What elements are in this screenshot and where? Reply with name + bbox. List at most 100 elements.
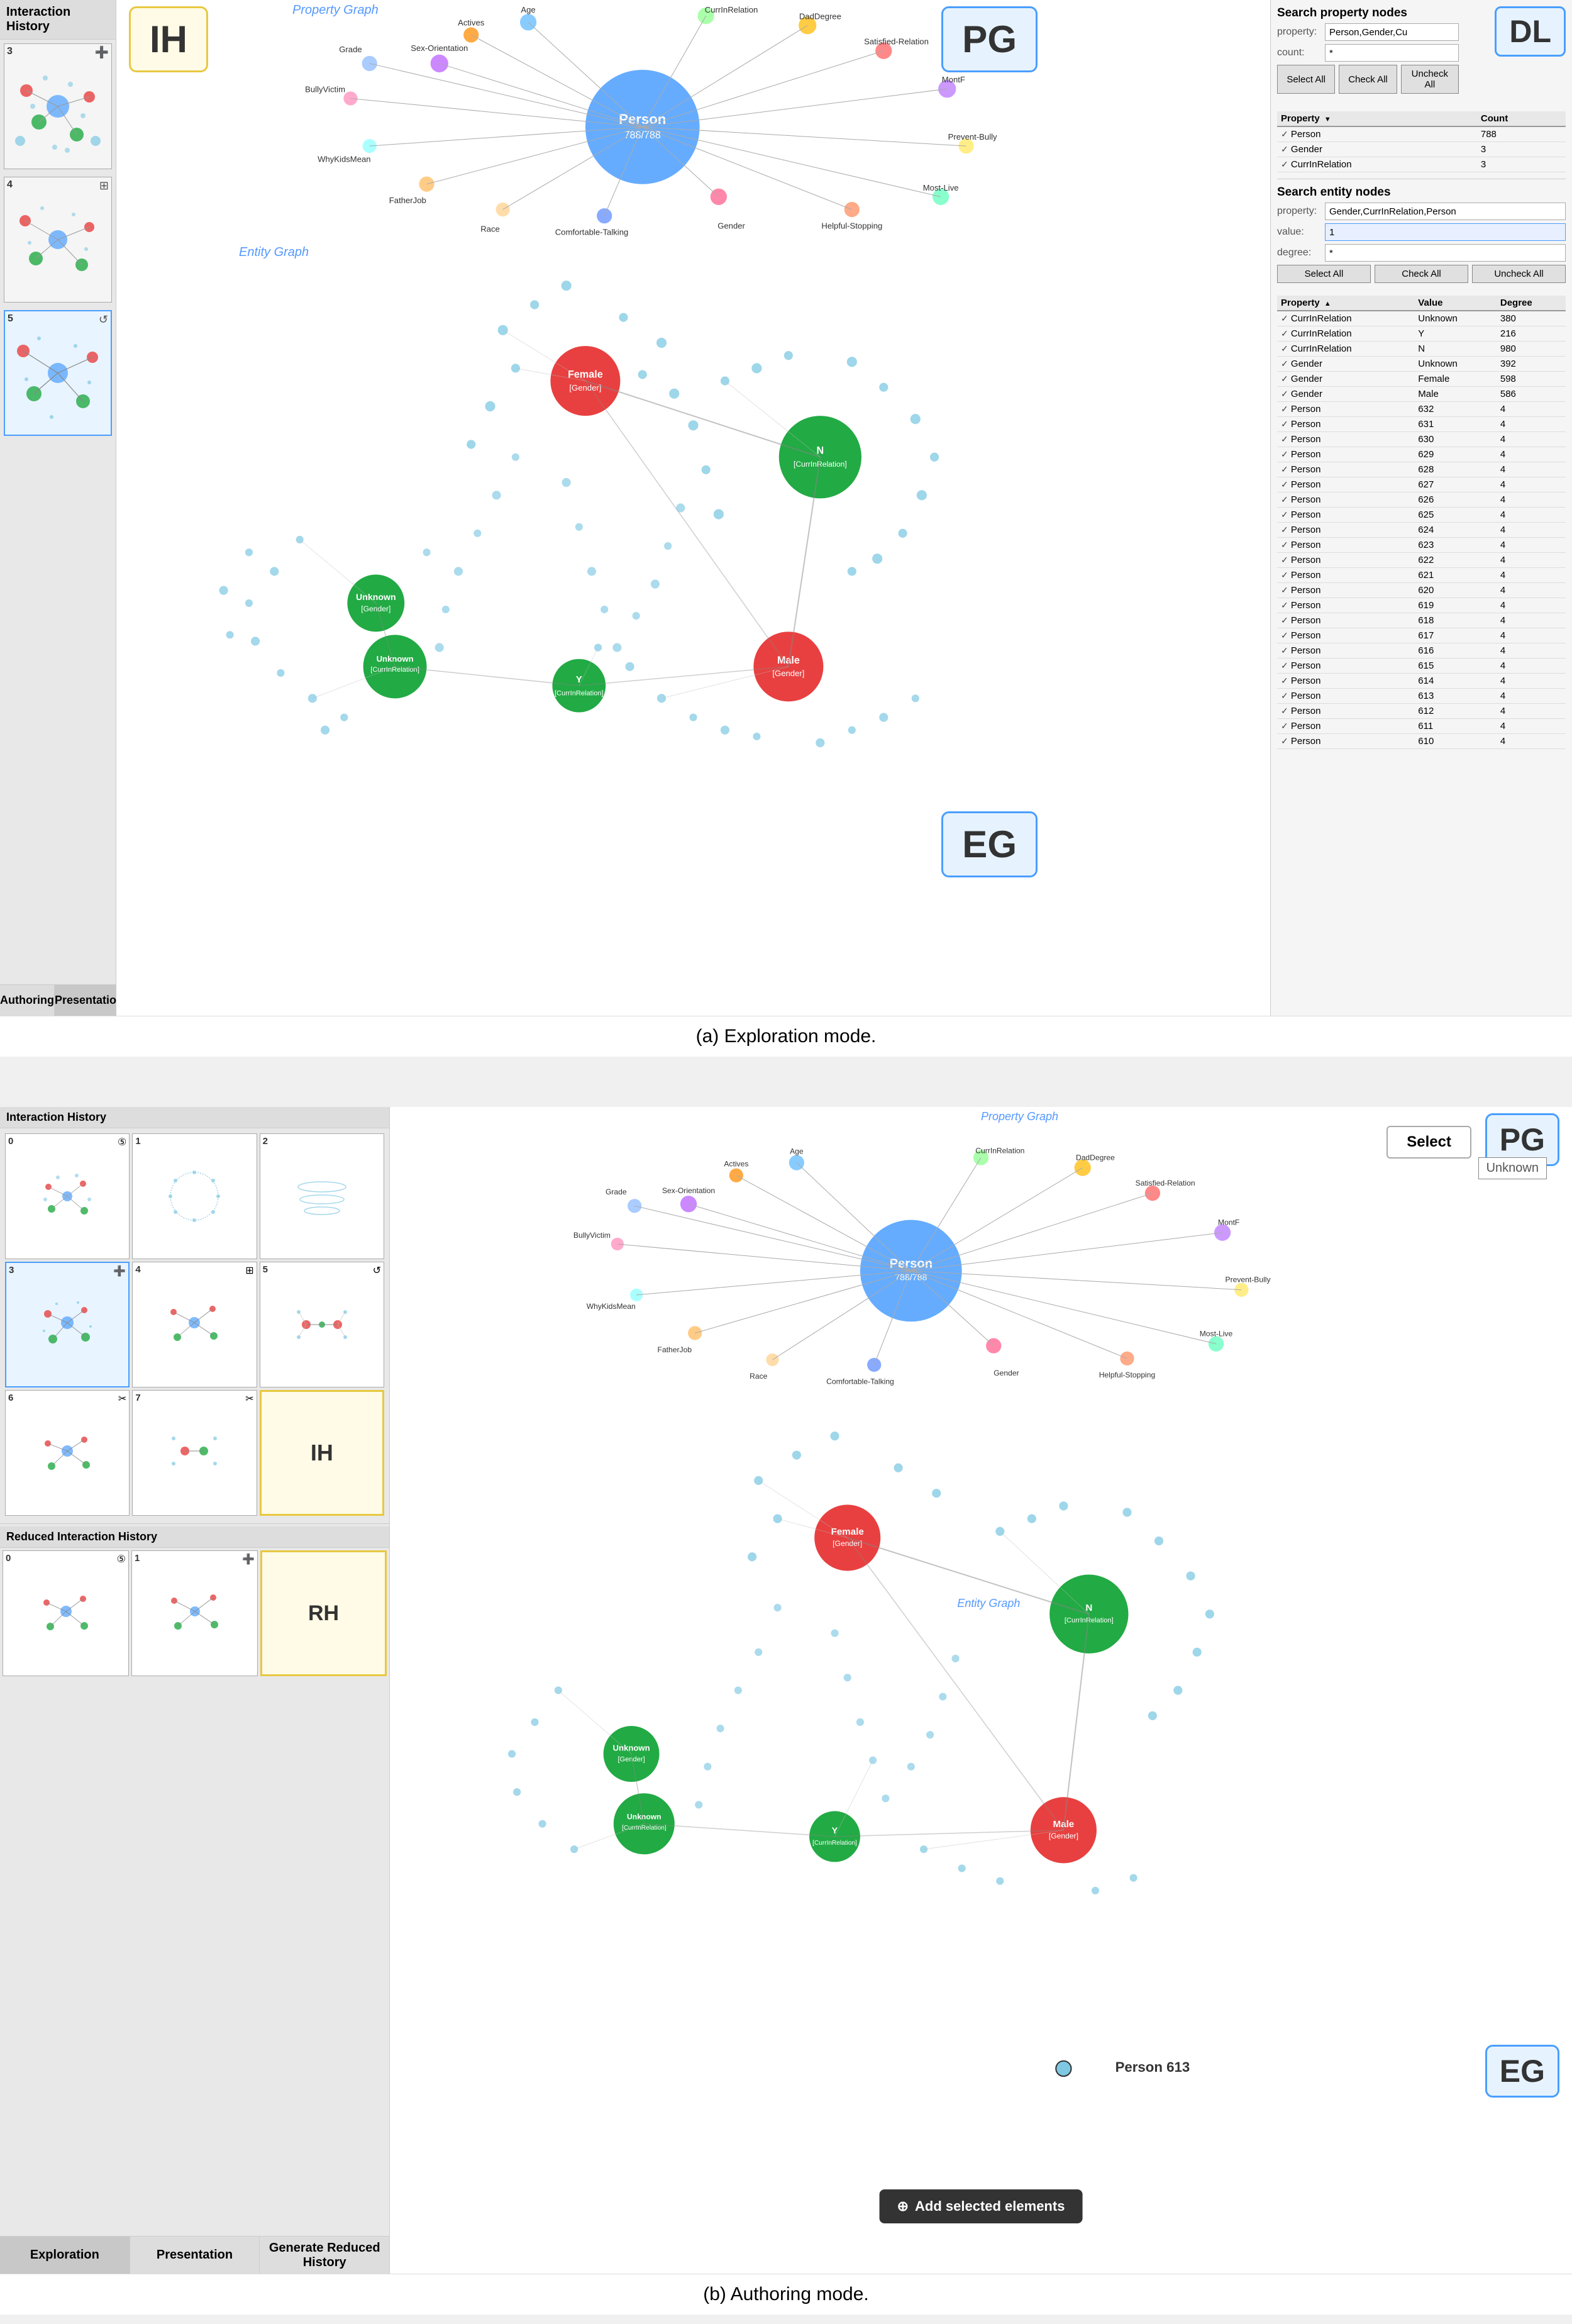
check-all-prop-btn[interactable]: Check All bbox=[1339, 65, 1397, 94]
entity-table-row[interactable]: ✓ Person 623 4 bbox=[1277, 538, 1566, 553]
prop-table-row[interactable]: ✓ Gender 3 bbox=[1277, 142, 1566, 157]
entity-table-row[interactable]: ✓ Person 618 4 bbox=[1277, 613, 1566, 628]
entity-val: Male bbox=[1414, 387, 1497, 402]
select-all-prop-btn[interactable]: Select All bbox=[1277, 65, 1335, 94]
entity-value-input[interactable] bbox=[1325, 223, 1566, 241]
svg-text:Person: Person bbox=[890, 1257, 933, 1270]
ih-section-header-b: Interaction History bbox=[0, 1107, 389, 1128]
b-thumb-6[interactable]: 6 ✂ bbox=[5, 1390, 130, 1516]
b-thumb-1[interactable]: 1 bbox=[132, 1133, 257, 1259]
entity-table-row[interactable]: ✓ Person 620 4 bbox=[1277, 583, 1566, 598]
authoring-btn[interactable]: Authoring bbox=[0, 985, 55, 1016]
entity-table-row[interactable]: ✓ Person 632 4 bbox=[1277, 402, 1566, 417]
thumb-item-3[interactable]: 3 ➕ bbox=[4, 43, 112, 169]
prop-table-row[interactable]: ✓ CurrInRelation 3 bbox=[1277, 157, 1566, 172]
svg-text:Satisfied-Relation: Satisfied-Relation bbox=[864, 37, 929, 47]
add-elements-tooltip[interactable]: ⊕ Add selected elements bbox=[880, 2189, 1083, 2223]
b-rh-thumb-2: RH bbox=[260, 1550, 387, 1676]
entity-deg: 4 bbox=[1497, 417, 1566, 432]
entity-val: N bbox=[1414, 342, 1497, 357]
entity-table-row[interactable]: ✓ Person 611 4 bbox=[1277, 719, 1566, 734]
b-thumb-7[interactable]: 7 ✂ bbox=[132, 1390, 257, 1516]
svg-text:[Gender]: [Gender] bbox=[617, 1756, 645, 1764]
property-input[interactable] bbox=[1325, 23, 1459, 41]
b-thumb-0[interactable]: 0 ⑤ bbox=[5, 1133, 130, 1259]
entity-table-row[interactable]: ✓ Person 630 4 bbox=[1277, 432, 1566, 447]
entity-table-row[interactable]: ✓ Person 626 4 bbox=[1277, 492, 1566, 508]
thumb-item-4[interactable]: 4 ⊞ bbox=[4, 177, 112, 303]
exploration-btn-b[interactable]: Exploration bbox=[0, 2237, 130, 2274]
entity-table-row[interactable]: ✓ CurrInRelation Y 216 bbox=[1277, 326, 1566, 342]
entity-prop-col: Property ▲ bbox=[1277, 296, 1414, 311]
entity-table-row[interactable]: ✓ Person 615 4 bbox=[1277, 659, 1566, 674]
entity-table-row[interactable]: ✓ Person 622 4 bbox=[1277, 553, 1566, 568]
b-thumb-5[interactable]: 5 ↺ bbox=[260, 1262, 384, 1387]
entity-table-row[interactable]: ✓ Person 613 4 bbox=[1277, 689, 1566, 704]
presentation-btn[interactable]: Presentation bbox=[55, 985, 123, 1016]
b-thumb-2[interactable]: 2 bbox=[260, 1133, 384, 1259]
part-a-exploration: Interaction History 3 ➕ bbox=[0, 0, 1572, 1057]
entity-property-input[interactable] bbox=[1325, 203, 1566, 220]
count-input[interactable] bbox=[1325, 44, 1459, 62]
entity-table-row[interactable]: ✓ CurrInRelation N 980 bbox=[1277, 342, 1566, 357]
thumb-item-5[interactable]: 5 ↺ bbox=[4, 310, 112, 436]
uncheck-all-entity-btn[interactable]: Uncheck All bbox=[1472, 265, 1566, 283]
svg-text:Grade: Grade bbox=[339, 45, 362, 54]
b-thumb-4[interactable]: 4 ⊞ bbox=[132, 1262, 257, 1387]
entity-deg: 4 bbox=[1497, 643, 1566, 659]
b-rh-thumb-0[interactable]: 0 ⑤ bbox=[3, 1550, 129, 1676]
check-all-entity-btn[interactable]: Check All bbox=[1375, 265, 1468, 283]
select-all-entity-btn[interactable]: Select All bbox=[1277, 265, 1371, 283]
dl-box: DL bbox=[1495, 6, 1566, 57]
entity-prop: ✓ Gender bbox=[1277, 372, 1414, 387]
entity-table-row[interactable]: ✓ Person 616 4 bbox=[1277, 643, 1566, 659]
entity-table-row[interactable]: ✓ Person 619 4 bbox=[1277, 598, 1566, 613]
entity-degree-label: degree: bbox=[1277, 247, 1321, 259]
entity-table-row[interactable]: ✓ Person 625 4 bbox=[1277, 508, 1566, 523]
entity-table-row[interactable]: ✓ Person 617 4 bbox=[1277, 628, 1566, 643]
entity-table-row[interactable]: ✓ Person 629 4 bbox=[1277, 447, 1566, 462]
entity-table-row[interactable]: ✓ Person 610 4 bbox=[1277, 734, 1566, 749]
prop-table-row[interactable]: ✓ Person 788 bbox=[1277, 126, 1566, 142]
svg-text:Gender: Gender bbox=[717, 221, 745, 230]
entity-deg: 4 bbox=[1497, 598, 1566, 613]
entity-prop: ✓ CurrInRelation bbox=[1277, 326, 1414, 342]
entity-deg: 4 bbox=[1497, 674, 1566, 689]
svg-text:Prevent-Bully: Prevent-Bully bbox=[948, 132, 997, 142]
entity-table-row[interactable]: ✓ CurrInRelation Unknown 380 bbox=[1277, 311, 1566, 326]
select-button-b[interactable]: Select bbox=[1387, 1126, 1471, 1159]
entity-table-row[interactable]: ✓ Person 624 4 bbox=[1277, 523, 1566, 538]
ih-box-a: IH bbox=[129, 6, 208, 72]
entity-table-row[interactable]: ✓ Person 614 4 bbox=[1277, 674, 1566, 689]
entity-val: 616 bbox=[1414, 643, 1497, 659]
entity-table-row[interactable]: ✓ Gender Unknown 392 bbox=[1277, 357, 1566, 372]
entity-table-row[interactable]: ✓ Person 621 4 bbox=[1277, 568, 1566, 583]
entity-deg: 4 bbox=[1497, 628, 1566, 643]
svg-text:Most-Live: Most-Live bbox=[923, 183, 959, 192]
entity-table-row[interactable]: ✓ Person 627 4 bbox=[1277, 477, 1566, 492]
b-thumb-3[interactable]: 3 ➕ bbox=[5, 1262, 130, 1387]
svg-text:MontF: MontF bbox=[1218, 1218, 1239, 1227]
entity-val: 617 bbox=[1414, 628, 1497, 643]
entity-table-row[interactable]: ✓ Gender Male 586 bbox=[1277, 387, 1566, 402]
entity-val: 625 bbox=[1414, 508, 1497, 523]
entity-deg: 4 bbox=[1497, 492, 1566, 508]
entity-prop: ✓ Gender bbox=[1277, 387, 1414, 402]
uncheck-all-prop-btn[interactable]: Uncheck All bbox=[1401, 65, 1459, 94]
entity-table-row[interactable]: ✓ Person 628 4 bbox=[1277, 462, 1566, 477]
svg-text:Female: Female bbox=[831, 1526, 864, 1537]
generate-reduced-btn[interactable]: Generate Reduced History bbox=[260, 2237, 389, 2274]
unknown-badge-b: Unknown bbox=[1478, 1157, 1547, 1179]
entity-table-row[interactable]: ✓ Person 612 4 bbox=[1277, 704, 1566, 719]
presentation-btn-b[interactable]: Presentation bbox=[130, 2237, 260, 2274]
b-rh-thumb-1[interactable]: 1 ➕ bbox=[131, 1550, 258, 1676]
entity-degree-input[interactable] bbox=[1325, 244, 1566, 262]
entity-prop: ✓ Person bbox=[1277, 598, 1414, 613]
prop-col-header: Property ▼ bbox=[1277, 111, 1477, 126]
entity-table-row[interactable]: ✓ Person 631 4 bbox=[1277, 417, 1566, 432]
svg-text:DadDegree: DadDegree bbox=[799, 11, 841, 21]
entity-deg: 586 bbox=[1497, 387, 1566, 402]
entity-table-row[interactable]: ✓ Gender Female 598 bbox=[1277, 372, 1566, 387]
ih-box-b-label: IH bbox=[311, 1440, 333, 1466]
eg-box-a: EG bbox=[941, 811, 1038, 877]
